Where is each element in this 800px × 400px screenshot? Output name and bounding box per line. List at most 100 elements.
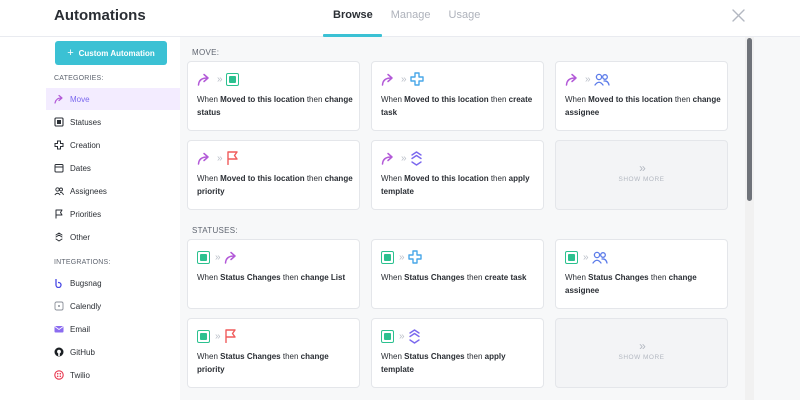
show-more-label: SHOW MORE: [618, 176, 665, 183]
card-icons: »: [197, 150, 239, 166]
section-label-move: MOVE:: [192, 48, 220, 57]
sidebar-item-label: Statuses: [70, 117, 102, 127]
status-icon: [381, 250, 394, 264]
show-more-move-button[interactable]: » SHOW MORE: [555, 140, 728, 210]
sidebar: + Custom Automation CATEGORIES: Move Sta…: [0, 37, 180, 400]
integrations-heading: INTEGRATIONS:: [54, 259, 111, 266]
sidebar-item-dates[interactable]: Dates: [46, 157, 180, 179]
tab-manage[interactable]: Manage: [382, 0, 440, 37]
sidebar-item-label: Other: [70, 232, 91, 242]
card-icons: »: [381, 71, 424, 87]
automation-card[interactable]: » When Moved to this location then chang…: [187, 61, 360, 131]
sidebar-item-label: GitHub: [70, 347, 95, 357]
chevrons-right-icon: »: [401, 152, 406, 164]
move-icon: [381, 73, 393, 86]
sidebar-item-label: Calendly: [70, 301, 102, 311]
card-description: When Moved to this location then change …: [565, 95, 721, 117]
github-icon: [54, 347, 64, 357]
sidebar-item-label: Priorities: [70, 209, 102, 219]
sidebar-item-github[interactable]: GitHub: [46, 341, 180, 363]
sidebar-item-priorities[interactable]: Priorities: [46, 203, 180, 225]
sidebar-item-move[interactable]: Move: [46, 88, 180, 110]
automation-card[interactable]: » When Status Changes then change assign…: [555, 239, 728, 309]
status-icon: [54, 117, 64, 127]
plus-icon: +: [67, 47, 74, 59]
flag-icon: [54, 209, 64, 219]
sidebar-item-label: Dates: [70, 163, 91, 173]
sidebar-item-other[interactable]: Other: [46, 226, 180, 248]
template-icon: [410, 150, 422, 166]
flag-icon: [224, 329, 236, 343]
automation-card[interactable]: » When Status Changes then change priori…: [187, 318, 360, 388]
creation-icon: [409, 72, 424, 86]
sidebar-item-assignees[interactable]: Assignees: [46, 180, 180, 202]
card-description: When Status Changes then change List: [197, 273, 346, 282]
chevrons-right-icon: »: [583, 251, 588, 263]
twilio-icon: [54, 370, 64, 380]
card-icons: »: [381, 249, 422, 265]
status-icon: [381, 329, 394, 343]
sidebar-item-twilio[interactable]: Twilio: [46, 364, 180, 386]
sidebar-item-label: Assignees: [70, 186, 107, 196]
scrollbar-thumb[interactable]: [747, 38, 752, 201]
card-icons: »: [381, 150, 423, 166]
card-description: When Moved to this location then change …: [197, 95, 353, 117]
automation-card[interactable]: » When Moved to this location then chang…: [555, 61, 728, 131]
calendly-icon: [54, 301, 64, 311]
card-description: When Status Changes then change priority: [197, 352, 329, 374]
card-description: When Moved to this location then create …: [381, 95, 533, 117]
custom-automation-button[interactable]: + Custom Automation: [55, 41, 167, 65]
sidebar-item-bugsnag[interactable]: Bugsnag: [46, 272, 180, 294]
tab-usage[interactable]: Usage: [440, 0, 490, 37]
chevrons-right-icon: »: [215, 330, 220, 342]
assignees-icon: [593, 73, 610, 86]
sidebar-item-label: Move: [70, 94, 90, 104]
show-more-label: SHOW MORE: [618, 354, 665, 361]
calendar-icon: [54, 163, 64, 173]
move-icon: [224, 251, 236, 264]
page-title: Automations: [54, 7, 146, 24]
move-icon: [197, 73, 209, 86]
sidebar-item-label: Bugsnag: [70, 278, 102, 288]
move-icon: [54, 94, 64, 104]
custom-automation-label: Custom Automation: [78, 48, 155, 58]
assignees-icon: [54, 186, 64, 196]
status-icon: [197, 329, 210, 343]
creation-icon: [54, 140, 64, 150]
automation-card[interactable]: » When Status Changes then create task: [371, 239, 544, 309]
show-more-statuses-button[interactable]: » SHOW MORE: [555, 318, 728, 388]
chevrons-right-icon: »: [217, 152, 222, 164]
automation-card[interactable]: » When Moved to this location then chang…: [187, 140, 360, 210]
card-icons: »: [197, 71, 239, 87]
flag-icon: [226, 151, 238, 165]
move-icon: [197, 152, 209, 165]
tab-browse[interactable]: Browse: [323, 0, 382, 37]
card-description: When Status Changes then create task: [381, 273, 527, 282]
card-icons: »: [197, 328, 237, 344]
sidebar-item-creation[interactable]: Creation: [46, 134, 180, 156]
chevrons-right-icon: »: [639, 161, 646, 175]
chevrons-right-icon: »: [215, 251, 220, 263]
close-icon: [732, 9, 745, 22]
sidebar-item-label: Twilio: [70, 370, 91, 380]
sidebar-item-statuses[interactable]: Statuses: [46, 111, 180, 133]
card-description: When Moved to this location then change …: [197, 174, 353, 196]
card-icons: »: [565, 249, 608, 265]
close-button[interactable]: [732, 9, 745, 22]
chevrons-right-icon: »: [585, 73, 590, 85]
automation-browser: MOVE: » When Moved to this location then…: [180, 37, 800, 400]
sidebar-item-calendly[interactable]: Calendly: [46, 295, 180, 317]
automation-card[interactable]: » When Status Changes then change List: [187, 239, 360, 309]
chevrons-right-icon: »: [639, 339, 646, 353]
bugsnag-icon: [54, 278, 64, 288]
card-icons: »: [197, 249, 239, 265]
automation-card[interactable]: » When Moved to this location then apply…: [371, 140, 544, 210]
card-description: When Moved to this location then apply t…: [381, 174, 530, 196]
sidebar-item-email[interactable]: Email: [46, 318, 180, 340]
card-description: When Status Changes then apply template: [381, 352, 506, 374]
automation-card[interactable]: » When Moved to this location then creat…: [371, 61, 544, 131]
automation-card[interactable]: » When Status Changes then apply templat…: [371, 318, 544, 388]
template-icon: [54, 232, 64, 242]
status-icon: [565, 250, 578, 264]
status-icon: [225, 72, 239, 86]
